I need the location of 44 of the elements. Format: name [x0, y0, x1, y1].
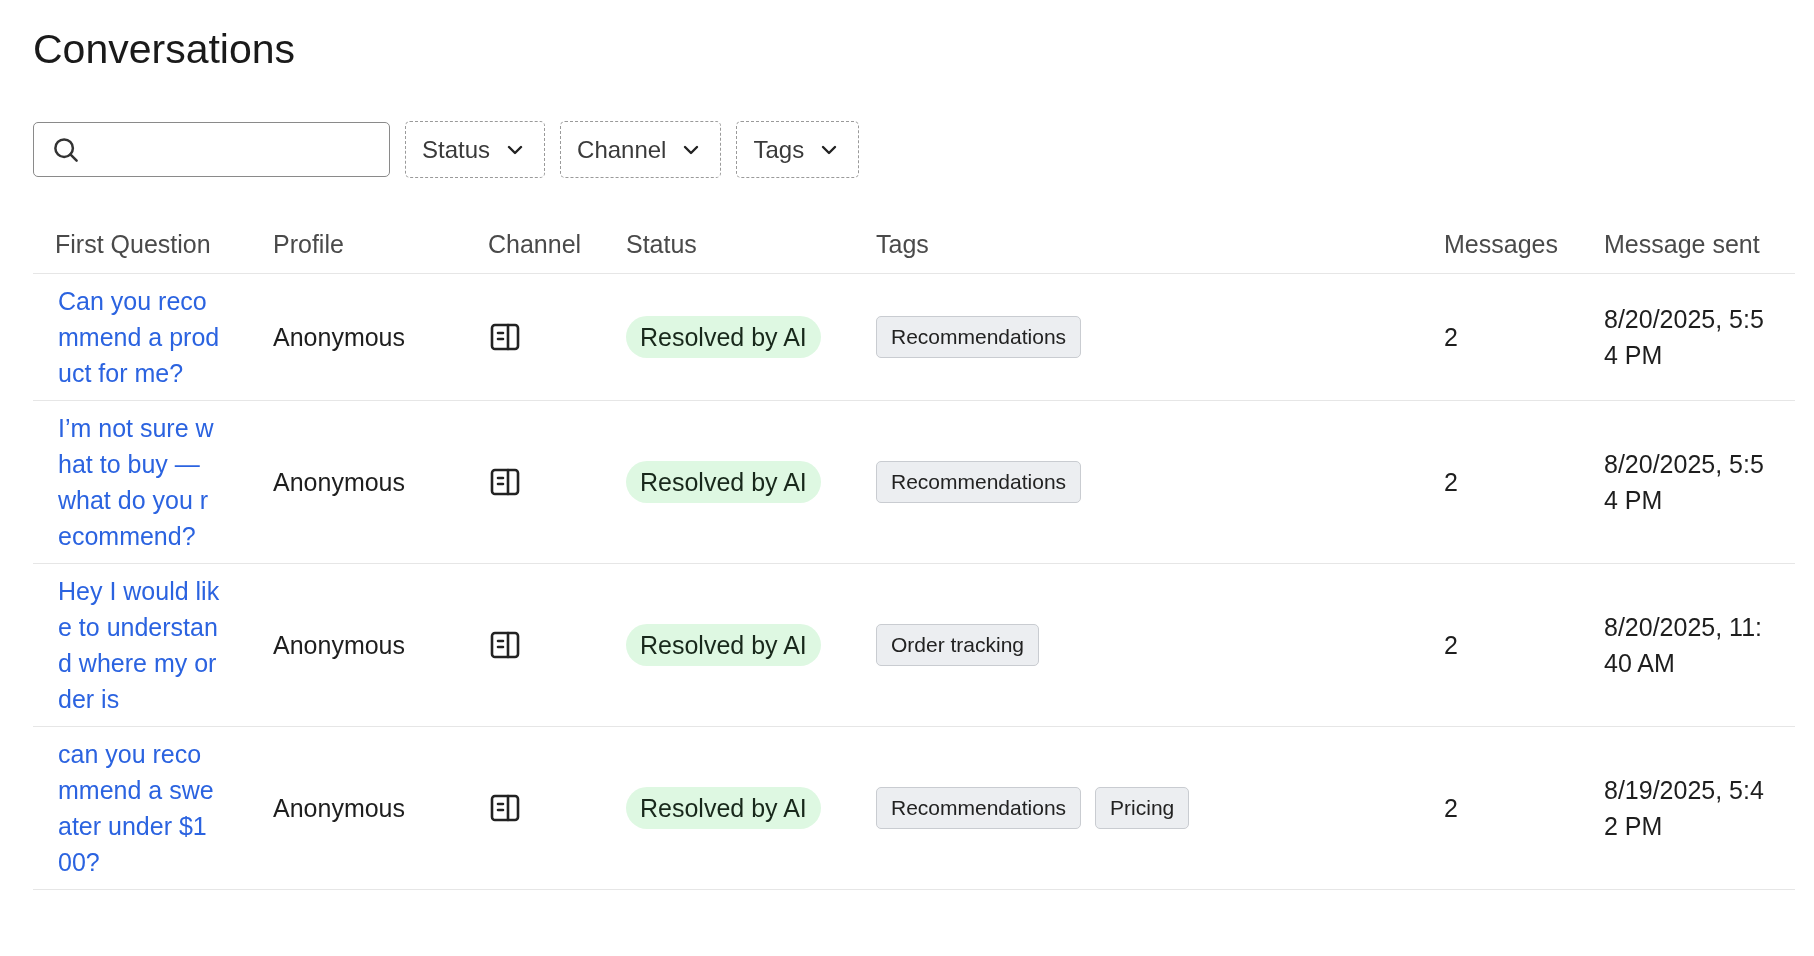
message-count: 2	[1444, 631, 1458, 659]
search-field[interactable]	[33, 122, 390, 177]
panel-icon	[490, 323, 520, 351]
column-header: Status	[626, 230, 697, 258]
column-header: Channel	[488, 230, 582, 258]
question-link[interactable]: Can you recommend a product for me?	[58, 283, 220, 391]
sent-time: 8/19/2025, 5:42 PM	[1604, 775, 1764, 842]
column-header: Profile	[273, 230, 344, 258]
question-link[interactable]: can you recommend a sweater under $100?	[58, 736, 220, 880]
tag-chip: Recommendations	[876, 461, 1082, 503]
column-header: First Question	[55, 230, 211, 258]
filter-dropdown[interactable]: Channel	[560, 121, 722, 178]
tag-chip: Recommendations	[876, 316, 1082, 358]
question-link[interactable]: I’m not sure what to buy — what do you recommend?	[58, 410, 220, 554]
message-count: 2	[1444, 794, 1458, 822]
profile-name: Anonymous	[273, 631, 406, 659]
question-link[interactable]: Hey I would like to understand where my order is	[58, 573, 220, 717]
chevron-down-icon	[820, 143, 839, 156]
sent-time: 8/20/2025, 5:54 PM	[1604, 449, 1764, 516]
column-header: Message sent	[1604, 230, 1760, 258]
panel-icon	[490, 631, 520, 659]
status-badge: Resolved by AI	[626, 787, 821, 829]
column-header: Messages	[1444, 230, 1558, 258]
panel-icon	[490, 468, 520, 496]
panel-icon	[490, 794, 520, 822]
profile-name: Anonymous	[273, 323, 406, 351]
status-badge: Resolved by AI	[626, 461, 821, 503]
message-count: 2	[1444, 468, 1458, 496]
chevron-down-icon	[506, 143, 525, 156]
column-header: Tags	[876, 230, 929, 258]
page-title: Conversations	[33, 26, 297, 73]
sent-time: 8/20/2025, 5:54 PM	[1604, 304, 1764, 371]
message-count: 2	[1444, 323, 1458, 351]
status-badge: Resolved by AI	[626, 624, 821, 666]
chevron-down-icon	[682, 143, 701, 156]
sent-time: 8/20/2025, 11:40 AM	[1604, 612, 1763, 679]
filter-dropdown[interactable]: Status	[405, 121, 546, 178]
profile-name: Anonymous	[273, 794, 406, 822]
tag-chip: Recommendations	[876, 787, 1082, 829]
filter-dropdown[interactable]: Tags	[736, 121, 860, 178]
tag-chip: Order tracking	[876, 624, 1040, 666]
tag-chip: Pricing	[1095, 787, 1190, 829]
profile-name: Anonymous	[273, 468, 406, 496]
status-badge: Resolved by AI	[626, 316, 821, 358]
